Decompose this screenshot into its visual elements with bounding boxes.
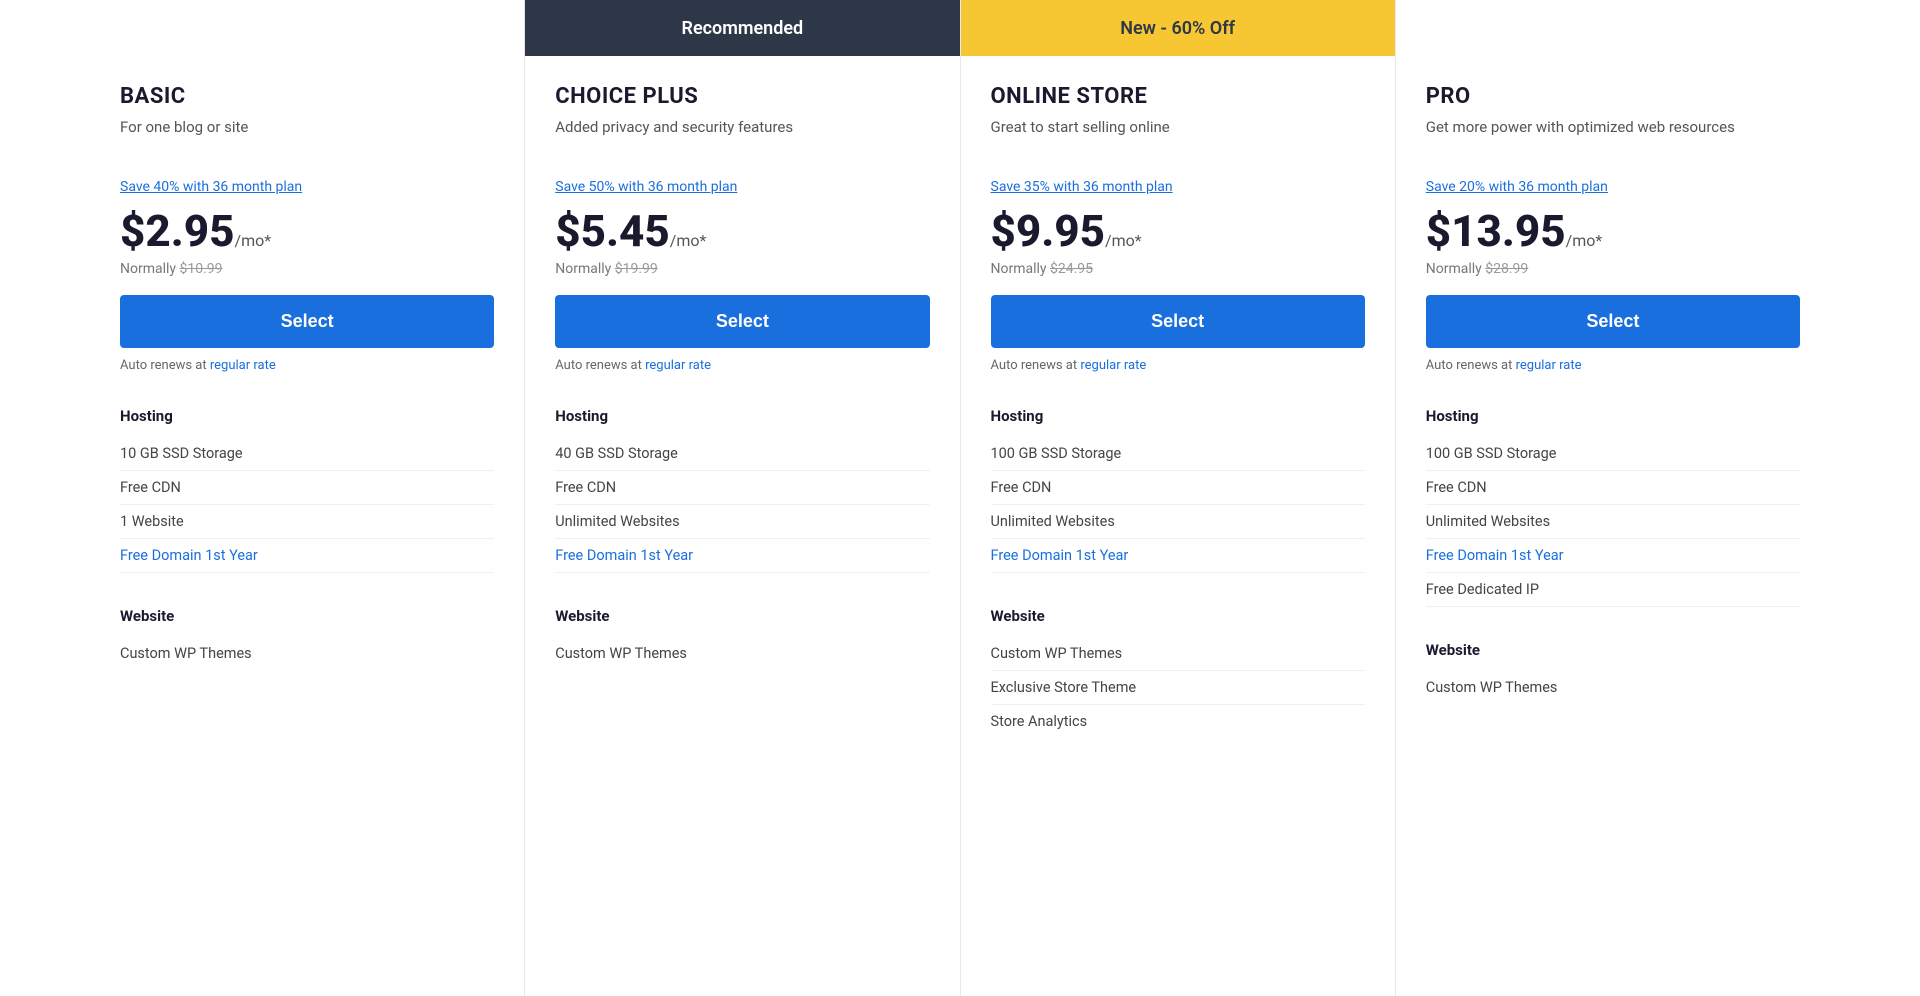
website-feature-online-store: Custom WP Themes xyxy=(991,637,1365,671)
auto-renew-online-store: Auto renews at regular rate xyxy=(991,358,1365,373)
hosting-feature-pro: Free CDN xyxy=(1426,471,1800,505)
price-suffix-choice-plus: /mo* xyxy=(670,231,707,250)
website-feature-online-store: Exclusive Store Theme xyxy=(991,671,1365,705)
hosting-feature-basic: Free CDN xyxy=(120,471,494,505)
price-block-basic: $2.95/mo* Normally $10.99 xyxy=(120,205,494,277)
price-block-choice-plus: $5.45/mo* Normally $19.99 xyxy=(555,205,929,277)
regular-rate-link-choice-plus[interactable]: regular rate xyxy=(645,358,711,373)
plan-name-choice-plus: CHOICE PLUS xyxy=(555,84,929,109)
plan-header-online-store: ONLINE STORE Great to start selling onli… xyxy=(991,56,1365,373)
plan-desc-pro: Get more power with optimized web resour… xyxy=(1426,117,1800,161)
plan-name-online-store: ONLINE STORE xyxy=(991,84,1365,109)
save-link-pro[interactable]: Save 20% with 36 month plan xyxy=(1426,179,1608,195)
price-normal-basic: Normally $10.99 xyxy=(120,261,494,277)
plan-header-choice-plus: CHOICE PLUS Added privacy and security f… xyxy=(555,56,929,373)
hosting-feature-choice-plus: Free Domain 1st Year xyxy=(555,539,929,573)
plan-desc-basic: For one blog or site xyxy=(120,117,494,161)
price-block-pro: $13.95/mo* Normally $28.99 xyxy=(1426,205,1800,277)
plan-name-basic: BASIC xyxy=(120,84,494,109)
price-normal-online-store: Normally $24.95 xyxy=(991,261,1365,277)
price-main-basic: $2.95 xyxy=(120,205,235,257)
hosting-feature-basic: Free Domain 1st Year xyxy=(120,539,494,573)
regular-rate-link-basic[interactable]: regular rate xyxy=(210,358,276,373)
price-normal-choice-plus: Normally $19.99 xyxy=(555,261,929,277)
feature-link-basic[interactable]: Free Domain 1st Year xyxy=(120,547,258,564)
website-label-pro: Website xyxy=(1426,641,1800,659)
hosting-label-choice-plus: Hosting xyxy=(555,407,929,425)
hosting-feature-pro: Unlimited Websites xyxy=(1426,505,1800,539)
plan-col-choice-plus: Recommended CHOICE PLUS Added privacy an… xyxy=(525,0,960,996)
plan-col-basic: BASIC For one blog or site Save 40% with… xyxy=(90,0,525,996)
website-feature-basic: Custom WP Themes xyxy=(120,637,494,670)
auto-renew-basic: Auto renews at regular rate xyxy=(120,358,494,373)
hosting-feature-online-store: Free Domain 1st Year xyxy=(991,539,1365,573)
plan-header-basic: BASIC For one blog or site Save 40% with… xyxy=(120,56,494,373)
pricing-table: BASIC For one blog or site Save 40% with… xyxy=(0,0,1920,996)
price-suffix-pro: /mo* xyxy=(1566,231,1603,250)
feature-link-online-store[interactable]: Free Domain 1st Year xyxy=(991,547,1129,564)
price-normal-pro: Normally $28.99 xyxy=(1426,261,1800,277)
auto-renew-choice-plus: Auto renews at regular rate xyxy=(555,358,929,373)
save-link-choice-plus[interactable]: Save 50% with 36 month plan xyxy=(555,179,737,195)
select-button-choice-plus[interactable]: Select xyxy=(555,295,929,348)
website-feature-pro: Custom WP Themes xyxy=(1426,671,1800,704)
plan-badge-basic xyxy=(90,0,524,56)
hosting-feature-basic: 10 GB SSD Storage xyxy=(120,437,494,471)
price-main-online-store: $9.95 xyxy=(991,205,1106,257)
website-feature-choice-plus: Custom WP Themes xyxy=(555,637,929,670)
price-main-choice-plus: $5.45 xyxy=(555,205,670,257)
save-link-online-store[interactable]: Save 35% with 36 month plan xyxy=(991,179,1173,195)
plan-badge-online-store: New - 60% Off xyxy=(961,0,1395,56)
hosting-feature-choice-plus: 40 GB SSD Storage xyxy=(555,437,929,471)
select-button-online-store[interactable]: Select xyxy=(991,295,1365,348)
price-suffix-online-store: /mo* xyxy=(1105,231,1142,250)
hosting-feature-online-store: Free CDN xyxy=(991,471,1365,505)
plan-badge-choice-plus: Recommended xyxy=(525,0,959,56)
plan-desc-online-store: Great to start selling online xyxy=(991,117,1365,161)
website-label-choice-plus: Website xyxy=(555,607,929,625)
plan-name-pro: PRO xyxy=(1426,84,1800,109)
price-block-online-store: $9.95/mo* Normally $24.95 xyxy=(991,205,1365,277)
hosting-feature-choice-plus: Unlimited Websites xyxy=(555,505,929,539)
hosting-label-online-store: Hosting xyxy=(991,407,1365,425)
hosting-label-basic: Hosting xyxy=(120,407,494,425)
select-button-pro[interactable]: Select xyxy=(1426,295,1800,348)
hosting-feature-basic: 1 Website xyxy=(120,505,494,539)
hosting-feature-pro: 100 GB SSD Storage xyxy=(1426,437,1800,471)
hosting-feature-pro: Free Dedicated IP xyxy=(1426,573,1800,607)
plan-header-pro: PRO Get more power with optimized web re… xyxy=(1426,56,1800,373)
price-suffix-basic: /mo* xyxy=(235,231,272,250)
save-link-basic[interactable]: Save 40% with 36 month plan xyxy=(120,179,302,195)
regular-rate-link-pro[interactable]: regular rate xyxy=(1516,358,1582,373)
hosting-feature-choice-plus: Free CDN xyxy=(555,471,929,505)
price-main-pro: $13.95 xyxy=(1426,205,1566,257)
feature-link-pro[interactable]: Free Domain 1st Year xyxy=(1426,547,1564,564)
plan-col-pro: PRO Get more power with optimized web re… xyxy=(1396,0,1830,996)
feature-link-choice-plus[interactable]: Free Domain 1st Year xyxy=(555,547,693,564)
hosting-label-pro: Hosting xyxy=(1426,407,1800,425)
hosting-feature-online-store: 100 GB SSD Storage xyxy=(991,437,1365,471)
hosting-feature-pro: Free Domain 1st Year xyxy=(1426,539,1800,573)
website-label-online-store: Website xyxy=(991,607,1365,625)
plan-col-online-store: New - 60% Off ONLINE STORE Great to star… xyxy=(961,0,1396,996)
plan-desc-choice-plus: Added privacy and security features xyxy=(555,117,929,161)
plan-badge-pro xyxy=(1396,0,1830,56)
website-label-basic: Website xyxy=(120,607,494,625)
website-feature-online-store: Store Analytics xyxy=(991,705,1365,738)
select-button-basic[interactable]: Select xyxy=(120,295,494,348)
auto-renew-pro: Auto renews at regular rate xyxy=(1426,358,1800,373)
hosting-feature-online-store: Unlimited Websites xyxy=(991,505,1365,539)
regular-rate-link-online-store[interactable]: regular rate xyxy=(1080,358,1146,373)
